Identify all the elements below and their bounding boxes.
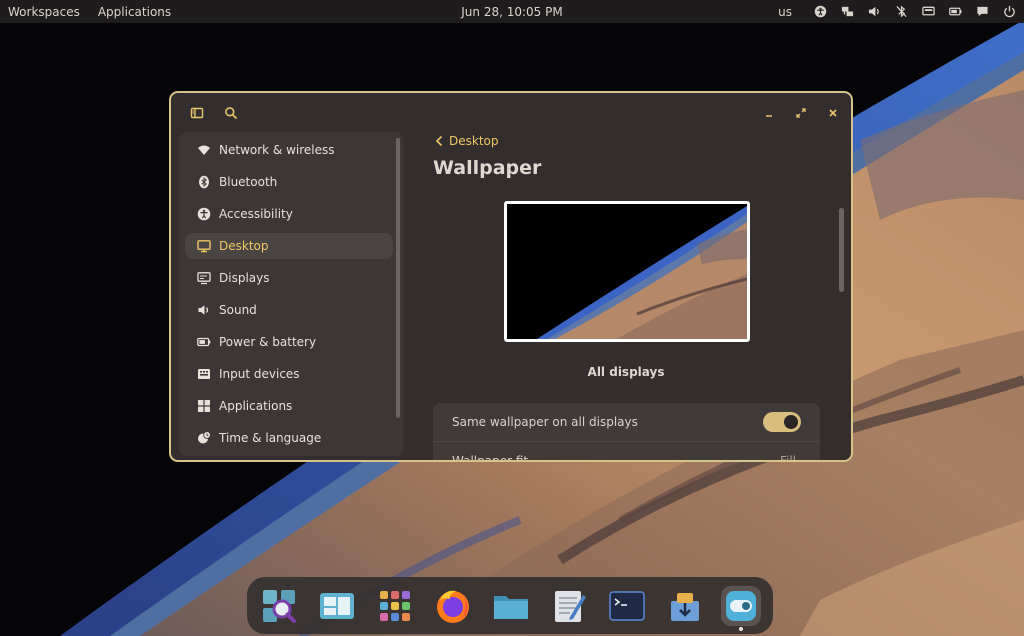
dock bbox=[247, 577, 773, 634]
sidebar-item-label: Sound bbox=[219, 303, 257, 317]
same-wallpaper-toggle[interactable] bbox=[763, 412, 801, 432]
running-indicator bbox=[739, 627, 743, 631]
sidebar-item-label: Network & wireless bbox=[219, 143, 335, 157]
maximize-icon[interactable] bbox=[793, 105, 809, 121]
keyboard-layout-indicator[interactable]: us bbox=[778, 5, 792, 19]
wallpaper-fit-row[interactable]: Wallpaper fit Fill bbox=[433, 442, 820, 462]
wallpaper-settings-card: Same wallpaper on all displays Wallpaper… bbox=[433, 403, 820, 462]
sidebar-item-power-battery[interactable]: Power & battery bbox=[185, 329, 393, 355]
sidebar-item-label: Desktop bbox=[219, 239, 269, 253]
minimize-icon[interactable] bbox=[761, 105, 777, 121]
app-store-icon[interactable] bbox=[259, 586, 299, 626]
sidebar-item-network-wireless[interactable]: Network & wireless bbox=[185, 137, 393, 163]
applications-icon bbox=[197, 399, 211, 413]
settings-window: Network & wireless Bluetooth Accessibili… bbox=[169, 91, 853, 462]
search-icon[interactable] bbox=[223, 105, 239, 121]
toggle-knob bbox=[784, 415, 798, 429]
keyboard-icon bbox=[197, 367, 211, 381]
text-editor-icon[interactable] bbox=[549, 586, 589, 626]
power-battery-icon bbox=[197, 335, 211, 349]
sidebar-item-label: Time & language bbox=[219, 431, 322, 445]
terminal-icon[interactable] bbox=[607, 586, 647, 626]
sound-icon bbox=[197, 303, 211, 317]
clock[interactable]: Jun 28, 10:05 PM bbox=[461, 5, 562, 19]
page-title: Wallpaper bbox=[433, 157, 542, 179]
same-wallpaper-label: Same wallpaper on all displays bbox=[452, 415, 638, 429]
close-icon[interactable] bbox=[825, 105, 841, 121]
wallpaper-fit-value: Fill bbox=[779, 454, 796, 462]
preview-label: All displays bbox=[587, 365, 665, 379]
wallpaper-preview[interactable] bbox=[504, 201, 750, 342]
back-to-desktop-link[interactable]: Desktop bbox=[434, 134, 499, 148]
wifi-icon bbox=[197, 143, 211, 157]
firefox-icon[interactable] bbox=[433, 586, 473, 626]
sidebar-item-input-devices[interactable]: Input devices bbox=[185, 361, 393, 387]
sidebar-item-time-language[interactable]: Time & language bbox=[185, 425, 393, 451]
sidebar-item-label: Bluetooth bbox=[219, 175, 278, 189]
sidebar-item-label: Input devices bbox=[219, 367, 300, 381]
bluetooth-off-icon[interactable] bbox=[895, 5, 908, 18]
window-header bbox=[171, 93, 851, 133]
network-icon[interactable] bbox=[841, 5, 854, 18]
sidebar-item-label: Applications bbox=[219, 399, 293, 413]
sidebar-item-desktop[interactable]: Desktop bbox=[185, 233, 393, 259]
power-icon[interactable] bbox=[1003, 5, 1016, 18]
bluetooth-icon bbox=[197, 175, 211, 189]
applications-button[interactable]: Applications bbox=[98, 5, 189, 19]
sidebar-item-applications[interactable]: Applications bbox=[185, 393, 393, 419]
wallpaper-fit-dropdown[interactable]: Fill bbox=[779, 442, 796, 462]
sidebar-scrollbar[interactable] bbox=[396, 138, 400, 418]
sidebar-item-bluetooth[interactable]: Bluetooth bbox=[185, 169, 393, 195]
sidebar-toggle-icon[interactable] bbox=[189, 105, 205, 121]
workspaces-button[interactable]: Workspaces bbox=[8, 5, 98, 19]
back-link-label: Desktop bbox=[449, 134, 499, 148]
screen-icon[interactable] bbox=[922, 5, 935, 18]
chevron-left-icon bbox=[435, 135, 443, 147]
accessibility-icon[interactable] bbox=[814, 5, 827, 18]
same-wallpaper-row[interactable]: Same wallpaper on all displays bbox=[433, 403, 820, 441]
sidebar-item-label: Displays bbox=[219, 271, 270, 285]
top-panel: Workspaces Applications Jun 28, 10:05 PM… bbox=[0, 0, 1024, 23]
wallpaper-page: Desktop Wallpaper All displays Same wall… bbox=[416, 133, 844, 462]
battery-icon[interactable] bbox=[949, 5, 962, 18]
volume-icon[interactable] bbox=[868, 5, 881, 18]
notifications-icon[interactable] bbox=[976, 5, 989, 18]
files-icon[interactable] bbox=[491, 586, 531, 626]
sidebar-item-displays[interactable]: Displays bbox=[185, 265, 393, 291]
displays-icon bbox=[197, 271, 211, 285]
settings-icon[interactable] bbox=[721, 586, 761, 631]
settings-sidebar: Network & wireless Bluetooth Accessibili… bbox=[179, 132, 403, 456]
installer-icon[interactable] bbox=[665, 586, 705, 626]
sidebar-item-label: Power & battery bbox=[219, 335, 317, 349]
sidebar-item-label: Accessibility bbox=[219, 207, 293, 221]
content-scrollbar[interactable] bbox=[839, 208, 844, 292]
workspaces-icon[interactable] bbox=[317, 586, 357, 626]
time-language-icon bbox=[197, 431, 211, 445]
accessibility-icon bbox=[197, 207, 211, 221]
sidebar-item-accessibility[interactable]: Accessibility bbox=[185, 201, 393, 227]
sidebar-item-sound[interactable]: Sound bbox=[185, 297, 393, 323]
wallpaper-fit-label: Wallpaper fit bbox=[452, 454, 529, 462]
desktop-icon bbox=[197, 239, 211, 253]
app-library-icon[interactable] bbox=[375, 586, 415, 626]
